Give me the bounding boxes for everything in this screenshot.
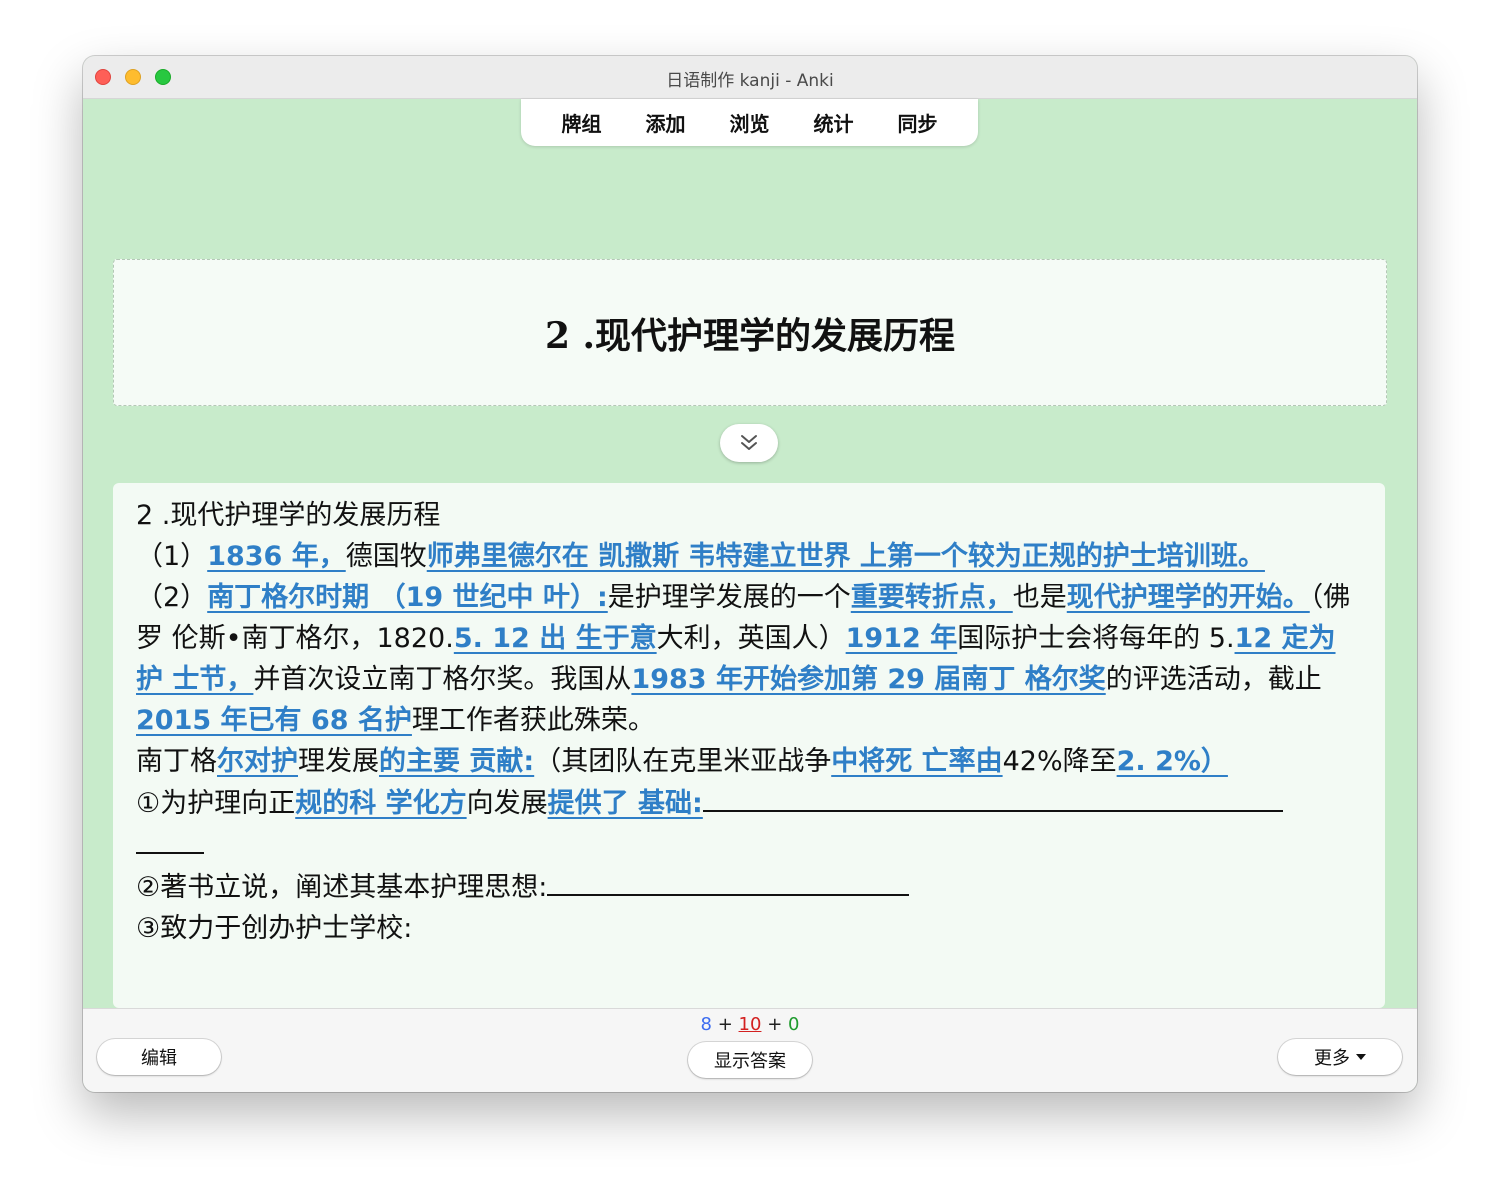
highlight-run: 重要转折点，	[850, 582, 1013, 613]
more-button[interactable]: 更多	[1278, 1039, 1402, 1075]
paragraph-3: 南丁格尔对护理发展的主要 贡献:（其团队在克里米亚战争中将死 亡率由42%降至2…	[136, 741, 1362, 782]
text-run: ②著书立说，阐述其基本护理思想:	[136, 872, 548, 903]
window-title: 日语制作 kanji - Anki	[666, 71, 834, 91]
paragraph-1: （1）1836 年，德国牧师弗里德尔在 凯撒斯 韦特建立世界 上第一个较为正规的…	[136, 536, 1362, 577]
show-answer-button[interactable]: 显示答案	[688, 1042, 812, 1078]
plus-separator: +	[717, 1014, 733, 1035]
main-toolbar: 牌组 添加 浏览 统计 同步	[521, 99, 978, 146]
text-run: 的评选活动，截止	[1105, 664, 1322, 695]
fill-blank-line	[136, 824, 204, 854]
highlight-run: 5. 12 出 生于意	[453, 623, 657, 654]
paragraph-4-cont	[136, 824, 1362, 866]
paragraph-5: ②著书立说，阐述其基本护理思想:	[136, 866, 1362, 908]
fill-blank-line	[547, 866, 910, 896]
text-run: ①为护理向正	[136, 788, 296, 819]
highlight-run: 1836 年，	[207, 541, 346, 572]
paragraph-2: （2）南丁格尔时期 （19 世纪中 叶）:是护理学发展的一个重要转折点，也是现代…	[136, 577, 1362, 741]
card-text: 2 .现代护理学的发展历程 （1）1836 年，德国牧师弗里德尔在 凯撒斯 韦特…	[136, 495, 1362, 949]
double-chevron-down-icon	[741, 435, 757, 450]
highlight-run: 2015 年已有 68 名护	[136, 705, 412, 736]
text-run: 理工作者获此殊荣。	[411, 705, 655, 736]
toolbar-browse[interactable]: 浏览	[708, 108, 792, 137]
toolbar-stats[interactable]: 统计	[792, 108, 876, 137]
text-run: 南丁格	[136, 746, 217, 777]
plus-separator: +	[767, 1014, 783, 1035]
text-run: 国际护士会将每年的 5.	[957, 623, 1235, 654]
text-run: （1）	[136, 541, 208, 572]
highlight-run: 中将死 亡率由	[831, 746, 1003, 777]
show-answer-label: 显示答案	[714, 1051, 786, 1072]
text-run: 大利，英国人）	[656, 623, 846, 654]
text-run: （其团队在克里米亚战争	[534, 746, 832, 777]
text-run: 理发展	[298, 746, 379, 777]
text-run: 42%降至	[1002, 746, 1117, 777]
edit-button[interactable]: 编辑	[97, 1039, 221, 1075]
toolbar-sync[interactable]: 同步	[876, 108, 960, 137]
card-back-content: 2 .现代护理学的发展历程 （1）1836 年，德国牧师弗里德尔在 凯撒斯 韦特…	[113, 483, 1385, 1008]
title-bar: 日语制作 kanji - Anki	[83, 56, 1417, 99]
card-front: 2 .现代护理学的发展历程	[113, 259, 1387, 406]
highlight-run: 的主要 贡献:	[379, 746, 535, 777]
text-run: 德国牧	[345, 541, 427, 572]
toolbar-add[interactable]: 添加	[624, 108, 708, 137]
toolbar-decks[interactable]: 牌组	[540, 108, 624, 137]
anki-window: 日语制作 kanji - Anki 牌组 添加 浏览 统计 同步 2 .现代护理…	[83, 56, 1417, 1092]
expand-answer-button[interactable]	[720, 424, 778, 462]
content-heading: 2 .现代护理学的发展历程	[136, 500, 441, 531]
text-run: 是护理学发展的一个	[607, 582, 851, 613]
text-run: （2）	[136, 582, 208, 613]
text-run: 并首次设立南丁格尔奖。我国从	[253, 664, 632, 695]
due-counts: 8 + 10 + 0	[83, 1014, 1417, 1035]
highlight-run: 师弗里德尔在 凯撒斯 韦特建立世界 上第一个较为正规的护士培训班。	[426, 541, 1265, 572]
new-count: 8	[700, 1014, 712, 1035]
learn-count: 10	[738, 1014, 762, 1035]
highlight-run: 1983 年开始参加第 29 届南丁 格尔奖	[631, 664, 1106, 695]
card-front-title: 2 .现代护理学的发展历程	[544, 314, 956, 357]
highlight-run: 规的科 学化方	[295, 788, 467, 819]
caret-down-icon	[1356, 1054, 1366, 1060]
text-run: 向发展	[466, 788, 548, 819]
edit-button-label: 编辑	[141, 1048, 177, 1069]
fill-blank-line	[702, 782, 1283, 812]
review-count: 0	[788, 1014, 800, 1035]
text-run: 也是	[1012, 582, 1067, 613]
highlight-run: 2. 2%）	[1116, 746, 1228, 777]
highlight-run: 尔对护	[217, 746, 298, 777]
paragraph-4: ①为护理向正规的科 学化方向发展提供了 基础:	[136, 782, 1362, 824]
highlight-run: 现代护理学的开始。	[1066, 582, 1310, 613]
highlight-run: 南丁格尔时期 （19 世纪中 叶）:	[207, 582, 608, 613]
bottom-bar: 8 + 10 + 0 编辑 显示答案 更多	[83, 1008, 1417, 1092]
more-button-label: 更多	[1314, 1048, 1350, 1069]
paragraph-6: ③致力于创办护士学校:	[136, 913, 413, 944]
highlight-run: 提供了 基础:	[547, 788, 703, 819]
highlight-run: 1912 年	[845, 623, 958, 654]
